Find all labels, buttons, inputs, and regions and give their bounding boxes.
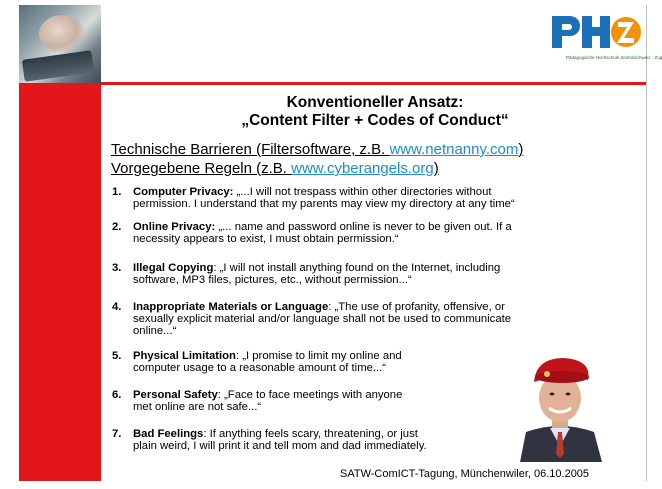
list-item-text: Physical Limitation: „I promise to limit… [133,350,402,374]
hand-shape [39,15,85,53]
rule-line: computer usage to a reasonable amount of… [133,362,387,374]
list-number: 7. [112,428,122,440]
person-illustration [516,350,604,462]
header-rule [101,82,646,85]
corner-photo [19,5,101,83]
list-item-text: Bad Feelings: If anything feels scary, t… [133,428,427,452]
list-number: 2. [112,221,122,233]
rule-heading: Online Privacy: [133,221,216,233]
list-number: 6. [112,389,122,401]
rule-line: „...I will not trespass within other dir… [236,186,492,198]
rule-line: permission. I understand that my parents… [133,198,515,210]
rule-line: : If anything feels scary, threatening, … [203,428,418,440]
barrier-technical-text: Technische Barrieren (Filtersoftware, z.… [111,141,390,158]
rule-heading: Computer Privacy: [133,186,234,198]
list-item-text: Computer Privacy: „...I will not trespas… [133,186,515,210]
device-shape [21,50,95,82]
phz-logo: Pädagogische Hochschule Zentralschweiz ·… [548,10,662,76]
list-item-text: Online Privacy: „... name and password o… [133,221,512,245]
logo-caption: Pädagogische Hochschule Zentralschweiz ·… [566,55,662,60]
rule-line: software, MP3 files, pictures, etc., wit… [133,274,412,286]
footer-text: SATW-ComICT-Tagung, Münchenwiler, 06.10.… [340,468,590,480]
rule-line: : „I will not install anything found on … [213,262,501,274]
rule-line: online...“ [133,325,177,337]
barrier-technical: Technische Barrieren (Filtersoftware, z.… [111,140,523,159]
person-photo [516,350,604,462]
rule-heading: Personal Safety [133,389,218,401]
rule-line: sexually explicit material and/or langua… [133,313,512,325]
list-item-text: Illegal Copying: „I will not install any… [133,262,500,286]
rule-line: met online are not safe...“ [133,401,262,413]
cyberangels-link[interactable]: www.cyberangels.org [291,160,434,177]
rule-heading: Illegal Copying [133,262,214,274]
rule-line: : „Face to face meetings with anyone [217,389,403,401]
rule-heading: Bad Feelings [133,428,204,440]
list-item-text: Personal Safety: „Face to face meetings … [133,389,402,413]
rule-line: : „I promise to limit my online and [235,350,402,362]
rule-line: necessity appears to exist, I must obtai… [133,233,399,245]
rule-line: „... name and password online is never t… [218,221,512,233]
rule-heading: Physical Limitation [133,350,236,362]
rule-heading: Inappropriate Materials or Language [133,301,329,313]
list-item-text: Inappropriate Materials or Language: „Th… [133,301,511,337]
list-number: 5. [112,350,122,362]
barrier-rules-text: Vorgegebene Regeln (z.B. [111,160,292,177]
barrier-rules-suffix: ) [433,160,439,177]
red-sidebar [19,83,101,481]
title-line-1: Konventioneller Ansatz: [286,94,464,111]
rule-line: : „The use of profanity, offensive, or [328,301,505,313]
rule-line: plain weird, I will print it and tell mo… [133,440,427,452]
phz-logo-mark [552,16,641,48]
list-number: 3. [112,262,122,274]
list-number: 4. [112,301,122,313]
barrier-rules: Vorgegebene Regeln (z.B. www.cyberangels… [111,159,439,178]
list-number: 1. [112,186,122,198]
title-line-2: „Content Filter + Codes of Conduct“ [241,112,509,129]
barrier-technical-suffix: ) [518,141,524,158]
netnanny-link[interactable]: www.netnanny.com [389,141,518,158]
slide-title: Konventioneller Ansatz: „Content Filter … [160,94,590,130]
